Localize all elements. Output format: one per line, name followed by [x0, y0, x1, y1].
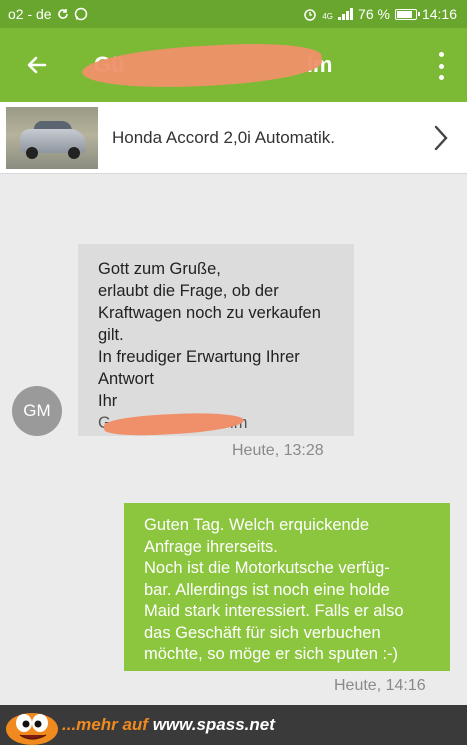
watermark-footer: ...mehr auf www.spass.net — [0, 705, 467, 745]
back-button[interactable] — [0, 28, 74, 102]
status-right: 4G 76 % 14:16 — [303, 6, 457, 22]
chevron-right-icon[interactable] — [425, 122, 457, 154]
message-line: das Geschäft für sich verbuchen — [144, 623, 381, 642]
avatar[interactable]: GM — [12, 386, 62, 436]
battery-icon — [394, 8, 420, 20]
outgoing-message-bubble: Guten Tag. Welch erquickende Anfrage ihr… — [124, 503, 450, 671]
status-bar: o2 - de 4G 76 % 14:16 — [0, 0, 467, 28]
message-line: möchte, so möge er sich sputen :-) — [144, 645, 399, 663]
incoming-message-bubble: Gott zum Gruße, erlaubt die Frage, ob de… — [78, 244, 354, 438]
message-line: gilt. — [98, 326, 124, 344]
back-arrow-icon — [27, 56, 47, 74]
app-bar: Gü im — [0, 28, 467, 102]
redaction-mark — [81, 39, 323, 93]
battery-percent: 76 % — [358, 6, 390, 22]
redaction-mark — [103, 410, 245, 438]
watermark-site: www.spass.net — [152, 715, 275, 734]
listing-title: Honda Accord 2,0i Automatik. — [112, 127, 336, 147]
alarm-icon — [303, 7, 317, 21]
message-line: Gott zum Gruße, — [98, 260, 221, 278]
menu-dot-icon — [438, 75, 444, 80]
sync-icon — [57, 8, 69, 20]
message-line: bar. Allerdings ist noch eine holde — [144, 580, 390, 599]
menu-dot-icon — [438, 52, 444, 57]
carrier-label: o2 - de — [8, 6, 52, 22]
listing-card[interactable]: Honda Accord 2,0i Automatik. — [0, 102, 467, 174]
network-type-label: 4G — [322, 12, 334, 21]
contact-name[interactable]: Gü im — [74, 39, 333, 93]
menu-dot-icon — [438, 63, 444, 69]
whatsapp-icon — [74, 7, 88, 21]
incoming-timestamp: Heute, 13:28 — [232, 442, 324, 459]
message-line: Antwort — [98, 370, 154, 388]
status-time: 14:16 — [421, 6, 457, 22]
message-line: Ihr — [98, 392, 118, 410]
message-line: Anfrage ihrerseits. — [144, 537, 278, 556]
mascot-logo-icon — [2, 705, 60, 745]
signature-line: G im — [98, 410, 334, 438]
message-line: Maid stark interessiert. Falls er also — [144, 602, 404, 620]
car-photo — [6, 106, 98, 169]
outgoing-timestamp: Heute, 14:16 — [334, 677, 426, 694]
message-line: In freudiger Erwartung Ihrer — [98, 348, 300, 366]
message-line: Kraftwagen noch zu verkaufen — [98, 304, 321, 322]
watermark-prefix: ...mehr auf — [62, 715, 148, 734]
overflow-menu-button[interactable] — [429, 52, 453, 80]
watermark-text: ...mehr auf www.spass.net — [62, 715, 275, 735]
message-line: erlaubt die Frage, ob der — [98, 282, 279, 300]
signal-icon — [338, 8, 354, 20]
status-left: o2 - de — [8, 6, 88, 22]
message-line: Noch ist die Motorkutsche verfüg- — [144, 559, 390, 577]
message-line: Guten Tag. Welch erquickende — [144, 516, 370, 534]
